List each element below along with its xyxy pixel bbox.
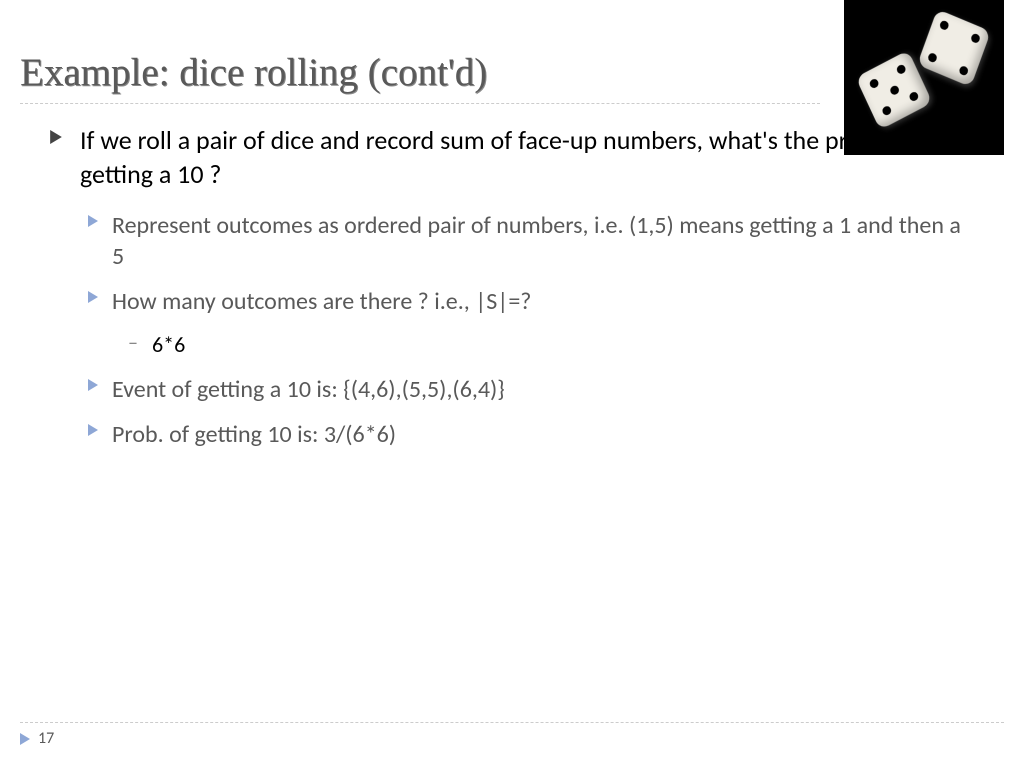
bullet-level-2: Event of getting a 10 is: {(4,6),(5,5),(… [88, 374, 974, 405]
bullet-arrow-icon [88, 424, 98, 436]
bullet-text: If we roll a pair of dice and record sum… [80, 124, 974, 192]
bullet-arrow-icon [50, 130, 62, 144]
bullet-level-1: If we roll a pair of dice and record sum… [50, 124, 974, 192]
dice-image [844, 0, 1004, 155]
footer-arrow-icon [20, 733, 30, 745]
bullet-text: Prob. of getting 10 is: 3/(6*6) [112, 419, 396, 450]
slide-footer: 17 [20, 722, 1004, 748]
slide-content: If we roll a pair of dice and record sum… [0, 104, 1024, 450]
bullet-arrow-icon [88, 215, 98, 227]
bullet-level-2: Represent outcomes as ordered pair of nu… [88, 210, 974, 272]
bullet-level-2: How many outcomes are there ? i.e., |S|=… [88, 286, 974, 317]
bullet-level-3: – 6*6 [128, 331, 974, 360]
slide-title: Example: dice rolling (cont'd) [20, 50, 820, 104]
bullet-arrow-icon [88, 291, 98, 303]
bullet-text: How many outcomes are there ? i.e., |S|=… [112, 286, 531, 317]
bullet-text: Represent outcomes as ordered pair of nu… [112, 210, 974, 272]
bullet-level-2: Prob. of getting 10 is: 3/(6*6) [88, 419, 974, 450]
bullet-dash-icon: – [128, 331, 138, 355]
bullet-text: Event of getting a 10 is: {(4,6),(5,5),(… [112, 374, 505, 405]
bullet-text: 6*6 [152, 331, 185, 360]
bullet-arrow-icon [88, 379, 98, 391]
page-number: 17 [38, 729, 54, 748]
